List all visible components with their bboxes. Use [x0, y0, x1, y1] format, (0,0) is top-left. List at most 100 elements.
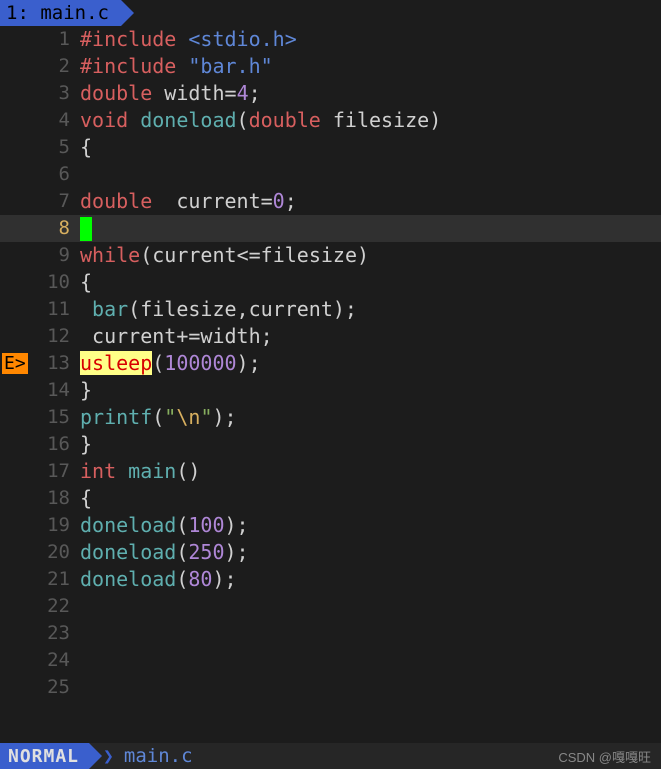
code-line[interactable]: 15printf("\n");: [0, 404, 661, 431]
token: current: [249, 297, 333, 321]
token: =: [225, 81, 237, 105]
code-line[interactable]: 2#include "bar.h": [0, 53, 661, 80]
sign-column: [0, 593, 34, 620]
line-number: 20: [34, 539, 80, 566]
line-number: 7: [34, 188, 80, 215]
line-content[interactable]: double current=0;: [80, 188, 661, 215]
code-line[interactable]: 8: [0, 215, 661, 242]
token: (: [237, 108, 249, 132]
code-line[interactable]: 5{: [0, 134, 661, 161]
line-content[interactable]: [80, 620, 661, 647]
code-line[interactable]: 3double width=4;: [0, 80, 661, 107]
line-content[interactable]: [80, 215, 661, 242]
line-content[interactable]: while(current<=filesize): [80, 242, 661, 269]
token: (: [140, 243, 152, 267]
line-content[interactable]: [80, 593, 661, 620]
token: (: [152, 405, 164, 429]
code-line[interactable]: 11 bar(filesize,current);: [0, 296, 661, 323]
token: filesize: [140, 297, 236, 321]
code-line[interactable]: 6: [0, 161, 661, 188]
line-number: 9: [34, 242, 80, 269]
code-line[interactable]: 7double current=0;: [0, 188, 661, 215]
tabline: 1: main.c: [0, 0, 661, 26]
line-content[interactable]: {: [80, 485, 661, 512]
line-content[interactable]: doneload(80);: [80, 566, 661, 593]
line-number: 17: [34, 458, 80, 485]
code-line[interactable]: 23: [0, 620, 661, 647]
line-content[interactable]: }: [80, 377, 661, 404]
token: current: [176, 189, 260, 213]
line-content[interactable]: int main(): [80, 458, 661, 485]
cursor: [80, 217, 92, 241]
line-number: 19: [34, 512, 80, 539]
line-content[interactable]: bar(filesize,current);: [80, 296, 661, 323]
token: 0: [273, 189, 285, 213]
sign-column: [0, 539, 34, 566]
code-line[interactable]: 4void doneload(double filesize): [0, 107, 661, 134]
line-content[interactable]: doneload(100);: [80, 512, 661, 539]
code-line[interactable]: E>13usleep(100000);: [0, 350, 661, 377]
code-line[interactable]: 21doneload(80);: [0, 566, 661, 593]
line-content[interactable]: usleep(100000);: [80, 350, 661, 377]
line-content[interactable]: [80, 674, 661, 701]
token: <stdio.h>: [188, 27, 296, 51]
line-number: 23: [34, 620, 80, 647]
token: );: [225, 540, 249, 564]
code-line[interactable]: 20doneload(250);: [0, 539, 661, 566]
code-line[interactable]: 12 current+=width;: [0, 323, 661, 350]
token: printf: [80, 405, 152, 429]
line-content[interactable]: [80, 161, 661, 188]
token: }: [80, 378, 92, 402]
code-line[interactable]: 24: [0, 647, 661, 674]
token: filesize: [333, 108, 429, 132]
line-number: 5: [34, 134, 80, 161]
token: );: [212, 405, 236, 429]
line-content[interactable]: {: [80, 269, 661, 296]
sign-column: [0, 647, 34, 674]
line-content[interactable]: {: [80, 134, 661, 161]
line-content[interactable]: }: [80, 431, 661, 458]
line-number: 25: [34, 674, 80, 701]
code-line[interactable]: 16}: [0, 431, 661, 458]
line-content[interactable]: doneload(250);: [80, 539, 661, 566]
sign-column: [0, 134, 34, 161]
tab-index: 1:: [6, 2, 29, 24]
code-line[interactable]: 14}: [0, 377, 661, 404]
sign-column: [0, 296, 34, 323]
token: current: [80, 324, 176, 348]
sign-column: [0, 188, 34, 215]
sign-column: [0, 53, 34, 80]
sign-column: [0, 377, 34, 404]
line-content[interactable]: [80, 647, 661, 674]
line-content[interactable]: #include <stdio.h>: [80, 26, 661, 53]
token: doneload: [140, 108, 236, 132]
error-highlight: usleep: [80, 351, 152, 375]
token: double: [249, 108, 333, 132]
line-content[interactable]: void doneload(double filesize): [80, 107, 661, 134]
mode-text: NORMAL: [8, 746, 79, 767]
code-line[interactable]: 18{: [0, 485, 661, 512]
tab-main-c[interactable]: 1: main.c: [0, 0, 121, 26]
token: ;: [249, 81, 261, 105]
code-line[interactable]: 10{: [0, 269, 661, 296]
line-number: 8: [34, 215, 80, 242]
code-line[interactable]: 9while(current<=filesize): [0, 242, 661, 269]
sign-column: [0, 620, 34, 647]
token: (): [176, 459, 200, 483]
token: \n: [176, 405, 200, 429]
code-line[interactable]: 19doneload(100);: [0, 512, 661, 539]
line-content[interactable]: double width=4;: [80, 80, 661, 107]
token: #include: [80, 27, 188, 51]
code-line[interactable]: 22: [0, 593, 661, 620]
code-line[interactable]: 17int main(): [0, 458, 661, 485]
token: );: [237, 351, 261, 375]
chevron-right-icon: ❯: [103, 746, 114, 767]
status-filename: main.c: [124, 745, 193, 767]
line-content[interactable]: current+=width;: [80, 323, 661, 350]
token: #include: [80, 54, 188, 78]
code-line[interactable]: 25: [0, 674, 661, 701]
code-line[interactable]: 1#include <stdio.h>: [0, 26, 661, 53]
line-content[interactable]: #include "bar.h": [80, 53, 661, 80]
line-content[interactable]: printf("\n");: [80, 404, 661, 431]
code-area[interactable]: 1#include <stdio.h>2#include "bar.h"3dou…: [0, 26, 661, 743]
